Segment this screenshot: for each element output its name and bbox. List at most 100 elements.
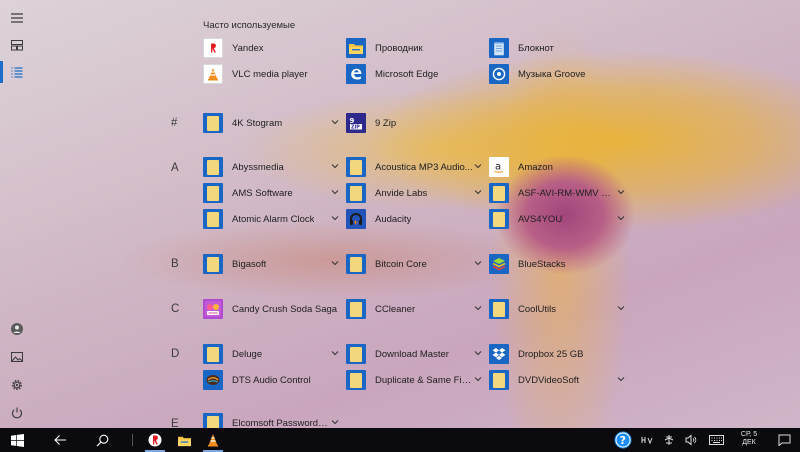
tray-icon-volume[interactable] bbox=[682, 428, 700, 452]
app-dvdvideosoft[interactable]: DVDVideoSoft bbox=[489, 368, 625, 392]
group-letter-c[interactable]: C bbox=[171, 303, 185, 315]
group-letter-d[interactable]: D bbox=[171, 348, 185, 360]
keyboard-icon bbox=[708, 435, 724, 445]
back-button[interactable] bbox=[46, 428, 74, 452]
app-atomic-alarm-clock[interactable]: Atomic Alarm Clock bbox=[203, 207, 339, 231]
app-label: Anvide Labs bbox=[375, 187, 428, 199]
power-icon bbox=[11, 407, 23, 419]
group-letter-b[interactable]: B bbox=[171, 258, 185, 270]
hamburger-menu-button[interactable] bbox=[0, 4, 34, 32]
candy-crush-icon bbox=[203, 299, 223, 319]
explorer-icon bbox=[177, 436, 191, 446]
tray-icon-network[interactable] bbox=[660, 428, 678, 452]
app-dts-audio-control[interactable]: DTS Audio Control bbox=[203, 368, 339, 392]
input-indicator-icon bbox=[641, 437, 653, 445]
action-center-button[interactable] bbox=[772, 428, 796, 452]
app-audacity[interactable]: Audacity bbox=[346, 207, 482, 231]
app-label: AVS4YOU bbox=[518, 213, 563, 225]
clock-date: СР, 5 bbox=[740, 431, 758, 438]
app-asf-avi-rm-wmv[interactable]: ASF-AVI-RM-WMV Re... bbox=[489, 181, 625, 205]
folder-icon bbox=[203, 157, 223, 177]
folder-icon bbox=[346, 157, 366, 177]
chevron-down-icon bbox=[331, 120, 339, 125]
app-download-master[interactable]: Download Master bbox=[346, 342, 482, 366]
chevron-down-icon bbox=[617, 377, 625, 382]
app-acoustica-mp3-audio[interactable]: Acoustica MP3 Audio... bbox=[346, 155, 482, 179]
app-4k-stogram[interactable]: 4K Stogram bbox=[203, 111, 339, 135]
app-label: Bitcoin Core bbox=[375, 258, 427, 270]
app-ccleaner[interactable]: CCleaner bbox=[346, 297, 482, 321]
app-label: Microsoft Edge bbox=[375, 68, 439, 80]
help-button[interactable]: ? bbox=[612, 428, 634, 452]
app-duplicate-same-files[interactable]: Duplicate & Same Files... bbox=[346, 368, 482, 392]
chevron-down-icon bbox=[474, 351, 482, 356]
app-deluge[interactable]: Deluge bbox=[203, 342, 339, 366]
svg-text:?: ? bbox=[620, 434, 626, 447]
folder-icon bbox=[489, 183, 509, 203]
chevron-down-icon bbox=[331, 420, 339, 425]
app-bitcoin-core[interactable]: Bitcoin Core bbox=[346, 252, 482, 276]
app-bluestacks[interactable]: BlueStacks bbox=[489, 252, 625, 276]
tray-icon-keyboard-layout[interactable] bbox=[638, 428, 656, 452]
app-label: Deluge bbox=[232, 348, 263, 360]
app-candy-crush-soda-saga[interactable]: Candy Crush Soda Saga bbox=[203, 297, 343, 321]
app-ams-software[interactable]: AMS Software bbox=[203, 181, 339, 205]
start-button[interactable] bbox=[0, 428, 34, 452]
app-bigasoft[interactable]: Bigasoft bbox=[203, 252, 339, 276]
yandex-icon bbox=[203, 38, 223, 58]
app-label: VLC media player bbox=[232, 68, 308, 80]
clock[interactable]: СР, 5 ДЕК bbox=[733, 431, 765, 447]
app-abyssmedia[interactable]: Abyssmedia bbox=[203, 155, 339, 179]
settings-button[interactable] bbox=[0, 371, 34, 399]
app-microsoft-edge[interactable]: Microsoft Edge bbox=[346, 62, 486, 86]
group-letter-hash[interactable]: # bbox=[171, 117, 185, 129]
picture-icon bbox=[11, 352, 23, 362]
folder-icon bbox=[203, 183, 223, 203]
app-label: DVDVideoSoft bbox=[518, 374, 580, 386]
app-dropbox-25-gb[interactable]: Dropbox 25 GB bbox=[489, 342, 625, 366]
tiles-view-button[interactable] bbox=[0, 31, 34, 59]
app-label: DTS Audio Control bbox=[232, 374, 311, 386]
app-vlc-media-player[interactable]: VLC media player bbox=[203, 62, 343, 86]
pictures-button[interactable] bbox=[0, 343, 34, 371]
app-label: Acoustica MP3 Audio... bbox=[375, 161, 473, 173]
most-used-heading: Часто используемые bbox=[203, 20, 296, 31]
tiles-icon bbox=[11, 40, 23, 51]
search-button[interactable] bbox=[88, 428, 116, 452]
app-label: Dropbox 25 GB bbox=[518, 348, 584, 360]
folder-icon bbox=[489, 299, 509, 319]
app-label: ASF-AVI-RM-WMV Re... bbox=[518, 187, 616, 199]
group-letter-a[interactable]: A bbox=[171, 162, 185, 174]
app-anvide-labs[interactable]: Anvide Labs bbox=[346, 181, 482, 205]
taskbar-app-file-explorer[interactable] bbox=[171, 428, 197, 452]
dts-icon bbox=[203, 370, 223, 390]
user-account-button[interactable] bbox=[0, 315, 34, 343]
chevron-down-icon bbox=[474, 377, 482, 382]
tray-icon-touch-keyboard[interactable] bbox=[706, 428, 726, 452]
app-groove-music[interactable]: Музыка Groove bbox=[489, 62, 629, 86]
taskbar-app-vlc[interactable] bbox=[200, 428, 226, 452]
app-yandex[interactable]: Yandex bbox=[203, 36, 343, 60]
app-avs4you[interactable]: AVS4YOU bbox=[489, 207, 625, 231]
chevron-down-icon bbox=[331, 164, 339, 169]
power-button[interactable] bbox=[0, 399, 34, 427]
app-label: Download Master bbox=[375, 348, 449, 360]
app-coolutils[interactable]: CoolUtils bbox=[489, 297, 625, 321]
gear-icon bbox=[12, 380, 22, 390]
svg-text:9: 9 bbox=[350, 117, 355, 125]
all-apps-list-button[interactable] bbox=[0, 58, 34, 86]
chevron-down-icon bbox=[474, 306, 482, 311]
help-icon: ? bbox=[614, 431, 632, 449]
vlc-icon bbox=[208, 434, 218, 447]
folder-icon bbox=[203, 209, 223, 229]
app-explorer[interactable]: Проводник bbox=[346, 36, 486, 60]
folder-icon bbox=[203, 344, 223, 364]
chevron-down-icon bbox=[474, 261, 482, 266]
app-9-zip[interactable]: 9 ZIP 9 Zip bbox=[346, 111, 482, 135]
folder-icon bbox=[489, 209, 509, 229]
app-notepad[interactable]: Блокнот bbox=[489, 36, 629, 60]
explorer-icon bbox=[346, 38, 366, 58]
taskbar: ? СР, 5 ДЕК bbox=[0, 428, 800, 452]
app-amazon[interactable]: a Amazon bbox=[489, 155, 625, 179]
taskbar-app-yandex[interactable] bbox=[142, 428, 168, 452]
